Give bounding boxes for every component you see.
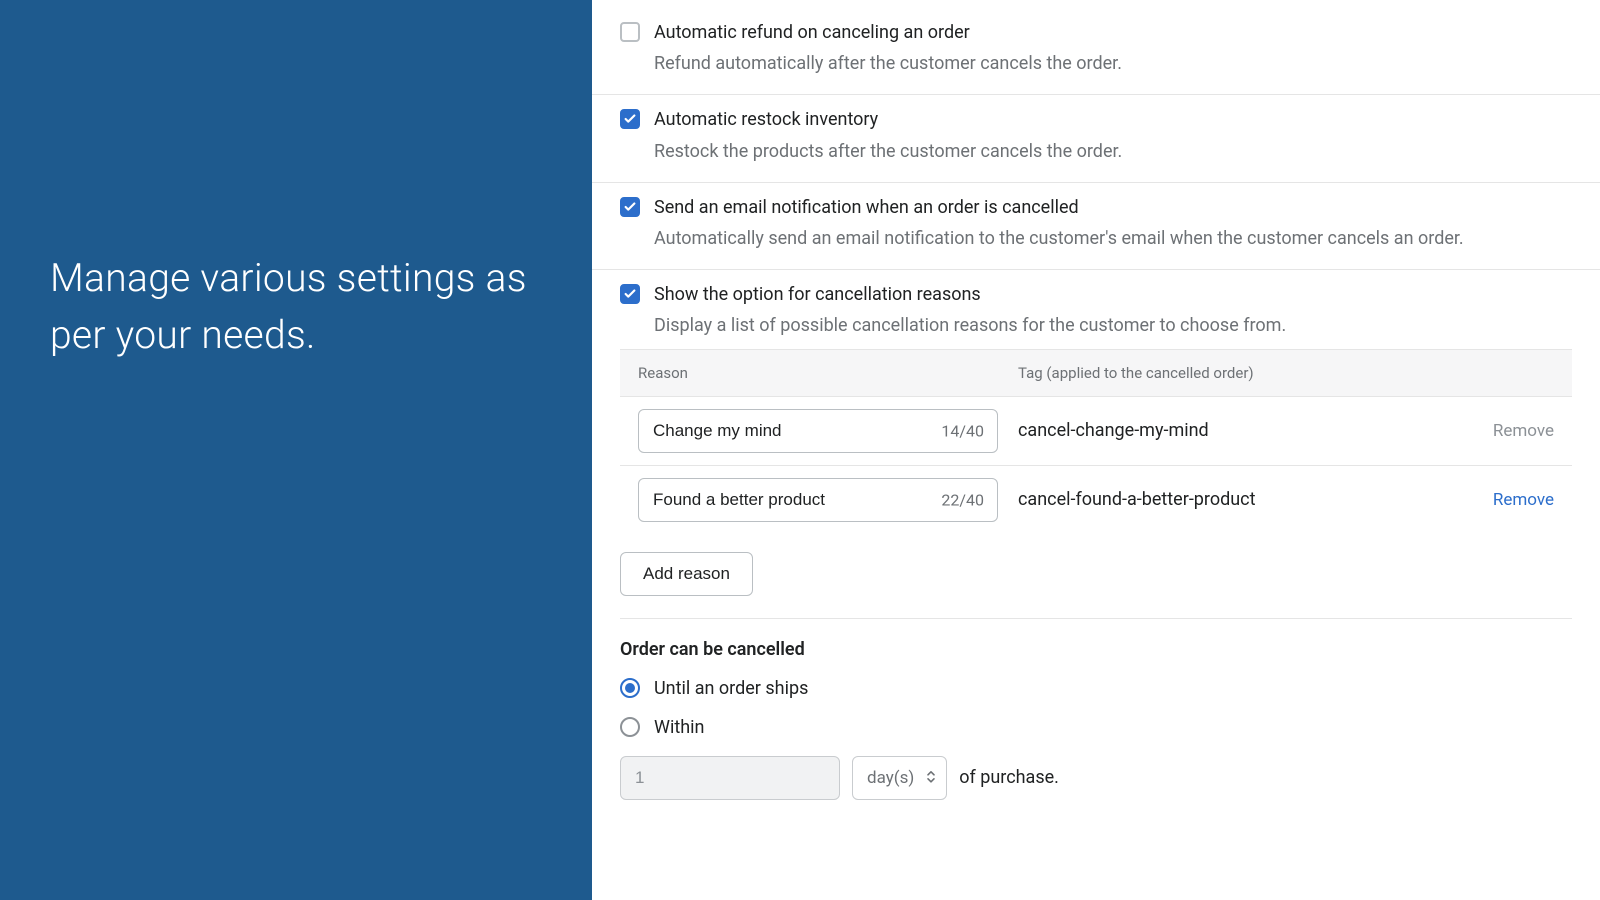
checkbox-show-reasons[interactable] [620,284,640,304]
marketing-headline: Manage various settings as per your need… [50,250,542,363]
setting-title: Automatic refund on canceling an order [654,20,1572,45]
setting-title: Automatic restock inventory [654,107,1572,132]
checkbox-auto-restock[interactable] [620,109,640,129]
setting-auto-restock: Automatic restock inventory Restock the … [592,95,1600,182]
within-number-input[interactable] [620,756,840,800]
reasons-table: Reason Tag (applied to the cancelled ord… [620,349,1572,534]
col-header-reason: Reason [638,364,1018,382]
check-icon [623,200,637,214]
unit-label: day(s) [867,768,914,788]
setting-auto-refund: Automatic refund on canceling an order R… [592,8,1600,95]
add-reason-button[interactable]: Add reason [620,552,753,596]
reason-row: 14/40 cancel-change-my-mind Remove [620,397,1572,466]
radio-icon [620,678,640,698]
checkbox-email-notify[interactable] [620,197,640,217]
radio-label: Until an order ships [654,678,808,699]
check-icon [623,287,637,301]
marketing-sidebar: Manage various settings as per your need… [0,0,592,900]
setting-title: Show the option for cancellation reasons [654,282,1572,307]
within-suffix: of purchase. [959,767,1059,788]
cancel-window-section: Order can be cancelled Until an order sh… [592,619,1600,800]
reason-row: 22/40 cancel-found-a-better-product Remo… [620,466,1572,534]
col-header-tag: Tag (applied to the cancelled order) [1018,364,1554,382]
within-inputs: day(s) of purchase. [620,756,1572,800]
char-count: 14/40 [941,421,984,440]
radio-within[interactable]: Within [620,717,1572,738]
char-count: 22/40 [941,490,984,509]
radio-label: Within [654,717,704,738]
reasons-table-header: Reason Tag (applied to the cancelled ord… [620,349,1572,397]
checkbox-auto-refund[interactable] [620,22,640,42]
radio-until-ships[interactable]: Until an order ships [620,678,1572,699]
setting-desc: Restock the products after the customer … [654,139,1572,164]
setting-title: Send an email notification when an order… [654,195,1572,220]
settings-panel: Automatic refund on canceling an order R… [592,0,1600,900]
reason-tag: cancel-change-my-mind [1018,420,1473,441]
check-icon [623,112,637,126]
remove-reason-link[interactable]: Remove [1473,421,1554,441]
setting-desc: Refund automatically after the customer … [654,51,1572,76]
stepper-icon [926,769,936,785]
cancel-window-heading: Order can be cancelled [620,639,1572,660]
radio-icon [620,717,640,737]
reason-tag: cancel-found-a-better-product [1018,489,1473,510]
setting-desc: Automatically send an email notification… [654,226,1572,251]
setting-show-reasons: Show the option for cancellation reasons… [592,270,1600,348]
within-unit-select[interactable]: day(s) [852,756,947,800]
remove-reason-link[interactable]: Remove [1473,490,1554,510]
setting-email-notify: Send an email notification when an order… [592,183,1600,270]
setting-desc: Display a list of possible cancellation … [654,313,1572,338]
